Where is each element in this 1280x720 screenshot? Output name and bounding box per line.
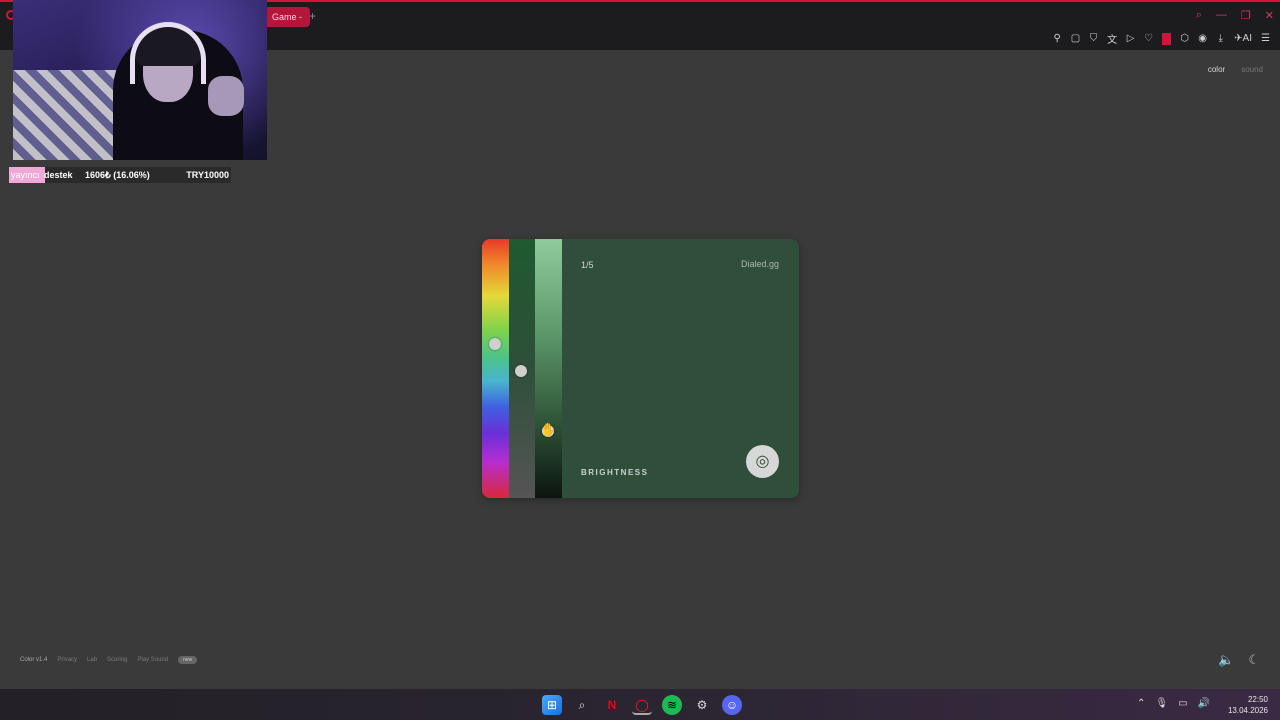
tray-chevron-up-icon[interactable]: ⌃	[1137, 698, 1145, 709]
screen: Game - + ⌕ — ❐ ✕ ⚲ ▢ ⛉ 文 ▷ ♡ ⬡ ◉ ⤓ ✈AI ☰	[0, 0, 1280, 720]
display-icon[interactable]: ▭	[1178, 698, 1187, 709]
ai-label: AI	[1242, 33, 1252, 44]
search-tabs-icon[interactable]: ⌕	[1196, 9, 1202, 22]
saturation-slider-handle[interactable]	[515, 365, 527, 377]
taskbar-clock[interactable]: 22:50 13.04.2026	[1228, 694, 1268, 716]
translate-icon[interactable]: 文	[1107, 31, 1117, 46]
target-icon: ◎	[755, 453, 770, 470]
clock-date: 13.04.2026	[1227, 706, 1268, 715]
heart-icon[interactable]: ♡	[1144, 33, 1153, 44]
goal-target: TRY10000	[186, 170, 229, 180]
mode-color-link[interactable]: color	[1208, 65, 1225, 74]
pin-icon[interactable]: ⚲	[1053, 33, 1062, 44]
footer-link-scoring[interactable]: Scoring	[107, 657, 127, 663]
webcam-person-hand	[208, 76, 244, 116]
volume-icon[interactable]: 🔈	[1218, 652, 1234, 668]
slider-stage-label: BRIGHTNESS	[581, 468, 649, 477]
webcam-feed	[13, 0, 267, 160]
microphone-icon[interactable]: 🎙	[1155, 698, 1168, 709]
windows-start-icon[interactable]: ⊞	[542, 695, 562, 715]
window-controls: ⌕ — ❐ ✕	[1196, 9, 1274, 22]
aria-icon[interactable]: ✈AI	[1234, 33, 1252, 44]
hand-cursor-icon: ✋	[540, 422, 557, 437]
goal-progress: 1606₺ (16.06%)	[85, 170, 150, 180]
page-settings-icons: 🔈 ☾	[1218, 652, 1260, 668]
extensions-icon[interactable]: ⬡	[1180, 33, 1189, 44]
opera-gx-icon[interactable]: ◯	[632, 695, 652, 715]
mode-switch: color sound	[1208, 65, 1263, 74]
system-tray: ⌃ 🎙 ▭ 🔊	[1137, 698, 1210, 709]
maximize-button[interactable]: ❐	[1241, 9, 1251, 22]
discord-icon[interactable]: ☺	[722, 695, 742, 715]
new-badge: new	[178, 656, 198, 664]
speaker-icon[interactable]: 🔊	[1198, 698, 1210, 709]
windows-taskbar: ⊞ ⌕ N ◯ ≋ ⚙ ☺ ⌃ 🎙 ▭ 🔊 22:50 13.04.2026	[0, 689, 1280, 720]
submit-guess-button[interactable]: ◎	[746, 445, 779, 478]
menu-icon[interactable]: ☰	[1261, 33, 1270, 44]
round-counter: 1/5	[581, 260, 594, 270]
color-game-card: ✋ 1/5 Dialed.gg BRIGHTNESS ◎	[482, 239, 799, 498]
browser-toolbar: ⚲ ▢ ⛉ 文 ▷ ♡ ⬡ ◉ ⤓ ✈AI ☰	[1053, 31, 1270, 46]
version-label: Color v1.4	[20, 657, 48, 663]
shield-icon[interactable]: ⛉	[1089, 33, 1098, 44]
spotify-icon[interactable]: ≋	[662, 695, 682, 715]
goal-label-support: destek	[44, 170, 73, 180]
search-icon[interactable]: ⌕	[572, 695, 592, 715]
dark-mode-icon[interactable]: ☾	[1248, 652, 1260, 668]
snapshot-icon[interactable]: ▢	[1071, 33, 1080, 44]
webcam-bed	[13, 70, 123, 160]
steam-icon[interactable]: ⚙	[692, 695, 712, 715]
clock-time: 22:50	[1247, 695, 1268, 704]
brightness-slider[interactable]	[535, 239, 562, 498]
brand-label: Dialed.gg	[740, 259, 779, 269]
close-button[interactable]: ✕	[1265, 9, 1274, 22]
minimize-button[interactable]: —	[1216, 9, 1227, 22]
toolbar-separator	[1162, 32, 1172, 45]
hue-slider[interactable]	[482, 239, 509, 498]
new-tab-button[interactable]: +	[309, 8, 316, 24]
download-icon[interactable]: ⤓	[1216, 33, 1225, 44]
mode-sound-link[interactable]: sound	[1241, 65, 1263, 74]
footer-links: Color v1.4 Privacy Lab Scoring Play Soun…	[20, 656, 198, 664]
footer-link-play-sound[interactable]: Play Sound	[137, 657, 168, 663]
hue-slider-handle[interactable]	[489, 338, 501, 350]
footer-link-privacy[interactable]: Privacy	[57, 657, 77, 663]
footer-link-lab[interactable]: Lab	[87, 657, 97, 663]
goal-label-streamer: yayıncı	[11, 170, 40, 180]
tab-game[interactable]: Game -	[264, 7, 311, 27]
donation-goal-bar: yayıncı destek 1606₺ (16.06%) TRY10000	[9, 167, 231, 183]
play-icon[interactable]: ▷	[1126, 33, 1135, 44]
profile-icon[interactable]: ◉	[1198, 33, 1207, 44]
taskbar-apps: ⊞ ⌕ N ◯ ≋ ⚙ ☺	[542, 695, 742, 715]
netflix-icon[interactable]: N	[602, 695, 622, 715]
